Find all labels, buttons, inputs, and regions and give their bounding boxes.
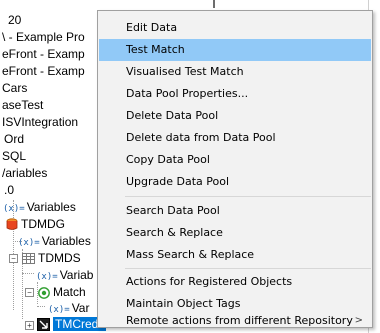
menu-item-label: Maintain Object Tags (126, 297, 241, 310)
arrow-icon (37, 318, 50, 332)
tree-item-label: Ord (4, 132, 25, 146)
menu-item-visualised-test-match[interactable]: Visualised Test Match (99, 61, 371, 83)
tree-item-label: aseTest (2, 98, 44, 112)
menu-item-search-data-pool[interactable]: Search Data Pool (99, 200, 371, 222)
tree-item[interactable]: \ - Example Pro (2, 29, 85, 46)
tree-item-label: Variab (59, 268, 94, 282)
variable-icon: (x)= (3, 204, 25, 214)
menu-item-label: Visualised Test Match (126, 65, 244, 78)
tree-item[interactable]: /ariables (2, 165, 47, 182)
menu-item-copy-data-pool[interactable]: Copy Data Pool (99, 149, 371, 171)
tree-item-label: \ - Example Pro (2, 30, 85, 44)
tree-item[interactable]: Cars (2, 80, 27, 97)
variable-icon: (x)= (18, 238, 40, 248)
tree-item[interactable]: eFront - Examp (2, 63, 85, 80)
tree-item-tdmds[interactable]: TDMDS (22, 250, 81, 267)
splitter (213, 0, 215, 8)
menu-item-test-match[interactable]: Test Match (99, 39, 371, 61)
tree-item[interactable]: ISVIntegration (2, 114, 78, 131)
menu-item-maintain-object-tags[interactable]: Maintain Object Tags (99, 293, 371, 315)
menu-separator (125, 196, 371, 197)
menu-item-remote-actions[interactable]: Remote actions from different Repository… (99, 315, 371, 327)
expand-icon[interactable]: + (25, 321, 34, 330)
menu-item-label: Upgrade Data Pool (126, 175, 230, 188)
menu-item-label: Copy Data Pool (126, 153, 210, 166)
menu-item-label: Test Match (126, 43, 185, 56)
tree-item-label: Var (71, 301, 90, 315)
repository-tree: 20 \ - Example Pro eFront - Examp eFront… (0, 0, 107, 333)
menu-item-label: Data Pool Properties... (126, 87, 249, 100)
menu-item-edit-data[interactable]: Edit Data (99, 17, 371, 39)
tree-item[interactable]: (x)= Variables (3, 199, 76, 216)
tree-item[interactable]: .0 (4, 182, 14, 199)
tree-item-label: TDMDS (38, 251, 81, 265)
variable-icon: (x)= (48, 305, 70, 315)
tree-item[interactable]: 20 (8, 12, 21, 29)
menu-separator (125, 268, 371, 269)
tree-item-label: ISVIntegration (2, 115, 79, 129)
menu-item-label: Delete data from Data Pool (126, 131, 276, 144)
tree-item[interactable]: (x)= Var (48, 300, 89, 317)
tree-item-label: 20 (8, 13, 22, 27)
submenu-arrow-icon: > (354, 315, 363, 326)
tree-item-label: eFront - Examp (2, 64, 85, 78)
target-icon (38, 286, 50, 299)
tree-item-label: eFront - Examp (2, 47, 85, 61)
tree-item[interactable]: (x)= Variables (18, 233, 91, 250)
context-menu: Edit Data Test Match Visualised Test Mat… (97, 10, 373, 328)
database-icon (6, 218, 18, 231)
tree-item[interactable]: SQL (2, 148, 26, 165)
tree-item-label: .0 (4, 183, 15, 197)
menu-item-label: Delete Data Pool (126, 109, 219, 122)
tree-item[interactable]: (x)= Variab (36, 267, 93, 284)
tree-connector (22, 273, 34, 274)
menu-item-label: Actions for Registered Objects (126, 275, 293, 288)
tree-item-label: Variables (41, 234, 91, 248)
tree-item[interactable]: Ord (4, 131, 24, 148)
tree-item-label: /ariables (2, 166, 48, 180)
menu-item-label: Search Data Pool (126, 204, 220, 217)
tree-item-label: SQL (2, 149, 27, 163)
menu-item-upgrade-data-pool[interactable]: Upgrade Data Pool (99, 171, 371, 193)
tree-item-label: Match (53, 285, 86, 299)
menu-item-label: Search & Replace (126, 226, 223, 239)
variable-icon: (x)= (36, 272, 58, 282)
menu-item-label: Edit Data (126, 21, 178, 34)
menu-item-data-pool-properties[interactable]: Data Pool Properties... (99, 83, 371, 105)
table-icon (22, 253, 35, 265)
tree-item-label: TDMDG (21, 217, 65, 231)
tree-item[interactable]: eFront - Examp (2, 46, 85, 63)
tree-item-tmcredit[interactable]: TMCredit (37, 316, 107, 333)
tree-item-tdmdg[interactable]: TDMDG (6, 216, 65, 233)
menu-item-search-replace[interactable]: Search & Replace (99, 222, 371, 244)
menu-item-delete-data-pool[interactable]: Delete Data Pool (99, 105, 371, 127)
menu-item-label: Mass Search & Replace (126, 248, 255, 261)
tree-item-label: Variables (26, 200, 76, 214)
tree-item[interactable]: aseTest (2, 97, 43, 114)
menu-item-actions-registered-objects[interactable]: Actions for Registered Objects (99, 271, 371, 293)
tree-item-label: Cars (2, 81, 28, 95)
tree-item-match[interactable]: Match (38, 284, 86, 301)
menu-item-delete-data-from-pool[interactable]: Delete data from Data Pool (99, 127, 371, 149)
menu-item-mass-search-replace[interactable]: Mass Search & Replace (99, 244, 371, 266)
collapse-icon[interactable]: − (9, 254, 18, 263)
menu-item-label: Remote actions from different Repository (126, 314, 353, 327)
collapse-icon[interactable]: − (25, 288, 34, 297)
tree-connector (37, 306, 45, 307)
